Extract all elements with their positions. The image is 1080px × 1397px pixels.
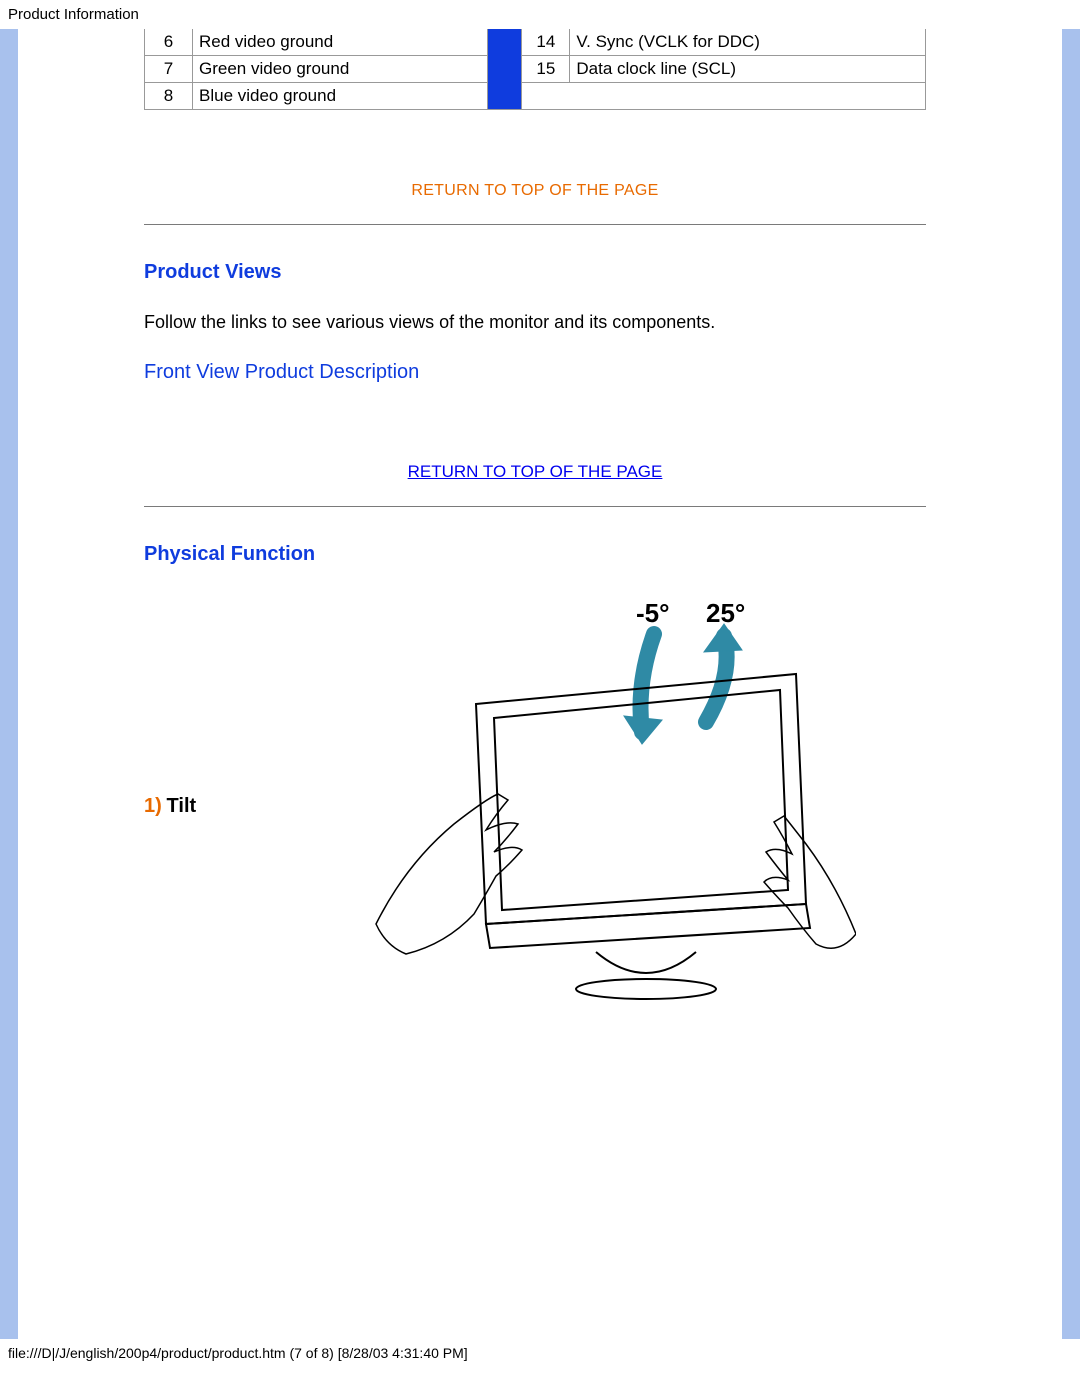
tilt-row: 1) Tilt -5° 25° (144, 594, 926, 1019)
section-divider (144, 506, 926, 507)
section-divider (144, 224, 926, 225)
page-title: Product Information (8, 6, 139, 23)
pin-desc: Blue video ground (193, 83, 488, 110)
table-row: 6 Red video ground 14 V. Sync (VCLK for … (145, 29, 926, 56)
pin-table-divider (488, 29, 522, 110)
return-to-top-container: RETURN TO TOP OF THE PAGE (144, 180, 926, 200)
return-to-top-link[interactable]: RETURN TO TOP OF THE PAGE (411, 182, 658, 199)
tilt-text: Tilt (167, 795, 197, 817)
page-content-frame: 6 Red video ground 14 V. Sync (VCLK for … (0, 29, 1080, 1339)
return-to-top-container: RETURN TO TOP OF THE PAGE (144, 462, 926, 482)
tilt-arrow-right (704, 624, 742, 722)
pin-desc: Red video ground (193, 29, 488, 56)
pin-cell-empty (522, 83, 926, 110)
pin-number: 8 (145, 83, 193, 110)
product-views-heading: Product Views (144, 261, 926, 284)
pin-number: 14 (522, 29, 570, 56)
physical-function-heading: Physical Function (144, 543, 926, 566)
tilt-angle-max: 25° (706, 598, 745, 628)
footer-file-path: file:///D|/J/english/200p4/product/produ… (0, 1339, 1080, 1369)
page-header: Product Information (0, 0, 1080, 29)
tilt-angle-min: -5° (636, 598, 670, 628)
pin-desc: Data clock line (SCL) (570, 56, 926, 83)
tilt-figure: -5° 25° (266, 594, 926, 1019)
product-views-body: Follow the links to see various views of… (144, 312, 926, 333)
table-row: 7 Green video ground 15 Data clock line … (145, 56, 926, 83)
table-row: 8 Blue video ground (145, 83, 926, 110)
pin-number: 15 (522, 56, 570, 83)
pin-desc: V. Sync (VCLK for DDC) (570, 29, 926, 56)
page-content: 6 Red video ground 14 V. Sync (VCLK for … (34, 29, 1046, 1019)
tilt-number: 1) (144, 795, 162, 817)
pin-assignment-table: 6 Red video ground 14 V. Sync (VCLK for … (144, 29, 926, 110)
tilt-label: 1) Tilt (144, 795, 254, 818)
pin-desc: Green video ground (193, 56, 488, 83)
front-view-link[interactable]: Front View Product Description (144, 361, 419, 383)
pin-number: 7 (145, 56, 193, 83)
pin-number: 6 (145, 29, 193, 56)
tilt-illustration: -5° 25° (336, 594, 856, 1014)
return-to-top-link[interactable]: RETURN TO TOP OF THE PAGE (408, 462, 663, 481)
